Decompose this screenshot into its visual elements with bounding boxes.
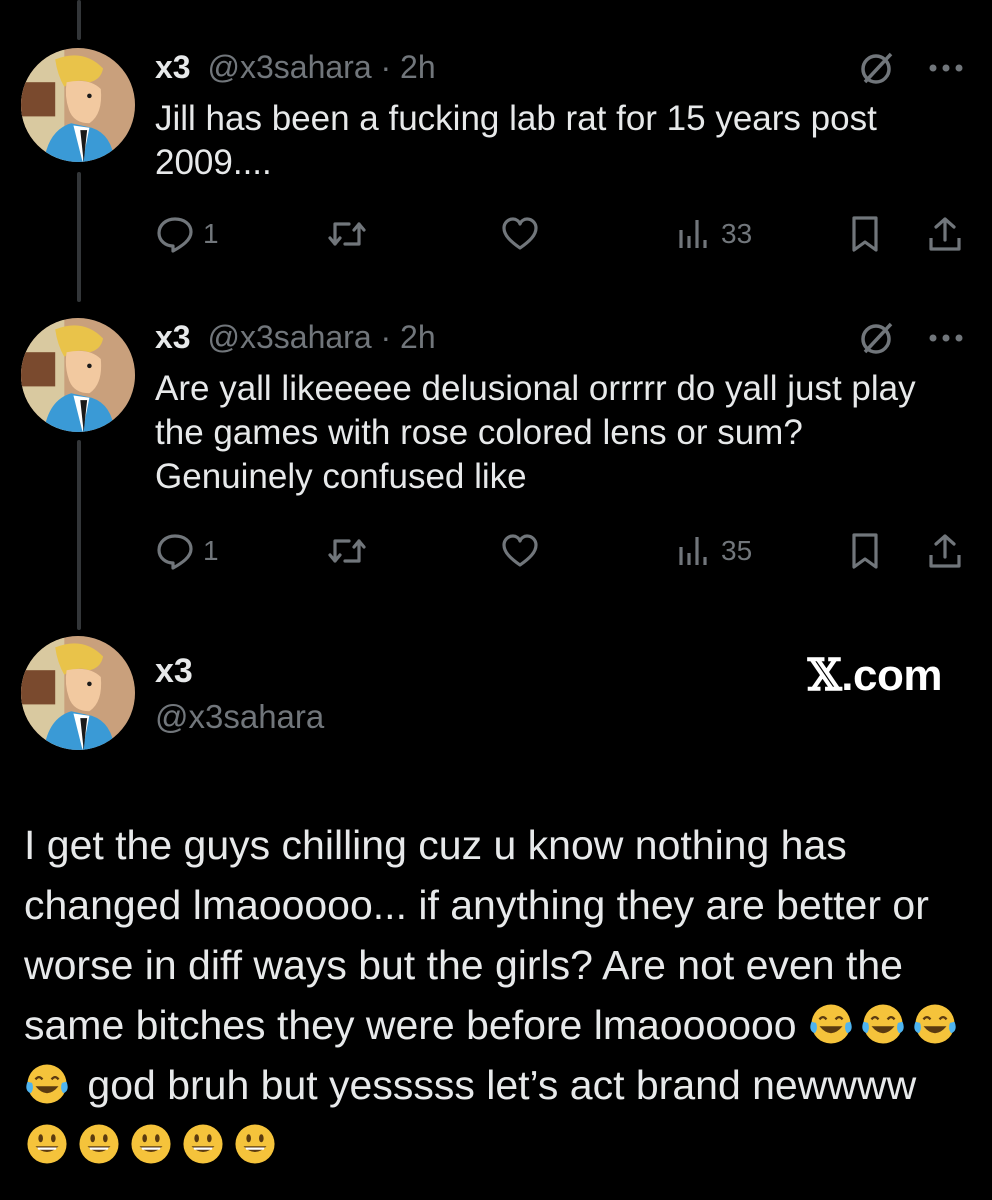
user-handle[interactable]: @x3sahara [155, 698, 324, 736]
grinning-face-emoji [180, 1121, 226, 1167]
like-icon [502, 534, 538, 567]
more-icon[interactable] [924, 48, 968, 88]
user-handle[interactable]: @x3sahara [207, 319, 371, 355]
retweet-button[interactable] [327, 210, 367, 258]
retweet-button[interactable] [327, 527, 367, 575]
avatar[interactable] [21, 318, 135, 432]
grok-icon[interactable] [857, 48, 897, 88]
share-button[interactable] [925, 527, 965, 575]
face-with-tears-of-joy-emoji [24, 1061, 70, 1107]
display-name[interactable]: x3 [155, 652, 193, 691]
reply-button[interactable]: 1 [155, 527, 219, 575]
display-name[interactable]: x3 [155, 319, 191, 355]
like-icon [502, 217, 538, 250]
tweet-actions: 1 33 [155, 210, 968, 258]
share-button[interactable] [925, 210, 965, 258]
x-com-logo: 𝕏.com [807, 650, 943, 701]
face-with-tears-of-joy-emoji [808, 1001, 854, 1047]
grin-emoji-group [24, 1122, 284, 1168]
grinning-face-emoji [76, 1121, 122, 1167]
tweet-text: Jill has been a fucking lab rat for 15 y… [155, 99, 877, 182]
post-text-part2: god bruh but yesssss let’s act brand new… [87, 1062, 917, 1108]
user-handle[interactable]: @x3sahara [207, 49, 371, 85]
share-icon [929, 217, 961, 251]
views-count: 33 [721, 218, 753, 249]
thread-line-2 [77, 440, 81, 630]
bookmark-button[interactable] [845, 210, 885, 258]
avatar[interactable] [21, 48, 135, 162]
bookmark-icon [852, 533, 878, 569]
tweet-header: x3 @x3sahara · 2h [155, 48, 436, 86]
timestamp[interactable]: · 2h [381, 319, 436, 355]
views-icon [679, 220, 707, 248]
x-logo-mark: 𝕏 [807, 650, 842, 701]
reply-icon [157, 217, 193, 253]
like-button[interactable] [500, 210, 540, 258]
bookmark-icon [852, 216, 878, 252]
tweet-actions: 1 35 [155, 527, 968, 575]
avatar[interactable] [21, 636, 135, 750]
views-icon [679, 537, 707, 565]
views-button[interactable]: 33 [673, 210, 752, 258]
thread-line-1 [77, 172, 81, 302]
face-with-tears-of-joy-emoji [860, 1001, 906, 1047]
grinning-face-emoji [232, 1121, 278, 1167]
reply-button[interactable]: 1 [155, 210, 219, 258]
grinning-face-emoji [24, 1121, 70, 1167]
share-icon [929, 534, 961, 568]
bookmark-button[interactable] [845, 527, 885, 575]
display-name[interactable]: x3 [155, 49, 191, 85]
face-with-tears-of-joy-emoji [912, 1001, 958, 1047]
reply-count: 1 [203, 218, 219, 249]
retweet-icon [328, 222, 366, 246]
x-logo-text: .com [841, 651, 942, 700]
timestamp[interactable]: · 2h [381, 49, 436, 85]
views-button[interactable]: 35 [673, 527, 752, 575]
grinning-face-emoji [128, 1121, 174, 1167]
retweet-icon [328, 539, 366, 563]
views-count: 35 [721, 535, 753, 566]
reply-count: 1 [203, 535, 219, 566]
reply-icon [157, 534, 193, 570]
post-text: I get the guys chilling cuz u know nothi… [24, 815, 968, 1175]
grok-icon[interactable] [857, 318, 897, 358]
more-icon[interactable] [924, 318, 968, 358]
tweet-text: Are yall likeeeee delusional orrrrr do y… [155, 369, 916, 496]
post-text-part1: I get the guys chilling cuz u know nothi… [24, 822, 929, 1048]
like-button[interactable] [500, 527, 540, 575]
tweet-header: x3 @x3sahara · 2h [155, 318, 436, 356]
thread-line-top [77, 0, 81, 40]
